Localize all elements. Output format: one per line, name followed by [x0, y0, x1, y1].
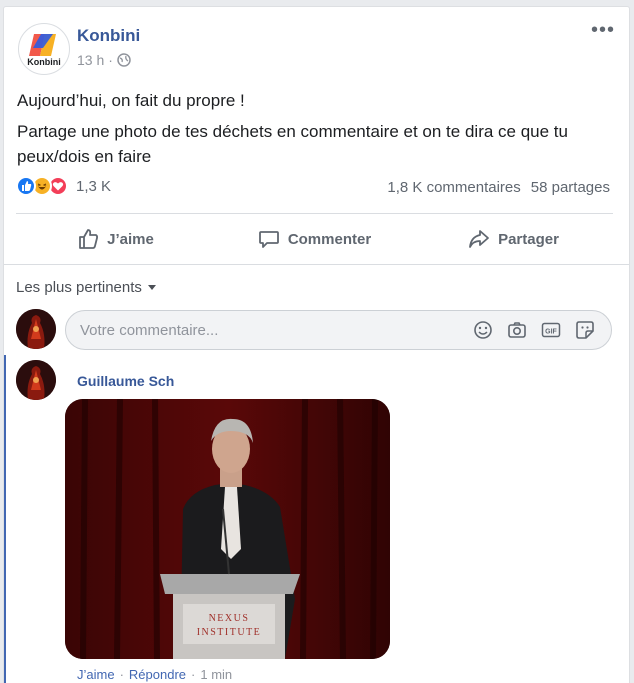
post-text-line-2: Partage une photo de tes déchets en comm…	[17, 122, 568, 166]
reactions-summary[interactable]: 1,3 K	[16, 176, 111, 196]
comment-actions: J’aime · Répondre · 1 min	[77, 667, 232, 682]
comment-like-link[interactable]: J’aime	[77, 667, 115, 682]
post-time[interactable]: 13 h	[77, 52, 104, 68]
separator: ·	[191, 667, 196, 682]
comment-composer: GIF	[65, 310, 612, 350]
like-button[interactable]: J’aime	[16, 219, 215, 259]
meta-separator: ·	[108, 52, 113, 68]
comment-author-link[interactable]: Guillaume Sch	[77, 373, 174, 389]
comment-input[interactable]	[80, 311, 460, 349]
share-button-label: Partager	[498, 230, 559, 248]
thumbs-up-icon	[79, 229, 99, 249]
comment-photo[interactable]: NEXUS INSTITUTE	[65, 399, 390, 659]
avatar[interactable]	[16, 360, 56, 400]
podium-text-1: NEXUS	[209, 613, 250, 624]
emoji-icon[interactable]	[473, 320, 493, 340]
sort-label: Les plus pertinents	[16, 279, 142, 296]
podium-text-2: INSTITUTE	[197, 627, 262, 638]
comment-reply-link[interactable]: Répondre	[129, 667, 186, 682]
sticker-icon[interactable]	[575, 320, 595, 340]
logo-text: Konbini	[27, 57, 61, 67]
comment-count-link[interactable]: 1,8 K commentaires	[387, 179, 520, 196]
post-actions-bar: J’aime Commenter Partager	[16, 219, 613, 259]
like-button-label: J’aime	[107, 230, 154, 248]
comment-sort-dropdown[interactable]: Les plus pertinents	[16, 279, 156, 296]
avatar[interactable]	[16, 309, 56, 349]
more-options-button[interactable]: •••	[591, 20, 615, 40]
share-count-link[interactable]: 58 partages	[531, 179, 610, 196]
svg-text:GIF: GIF	[545, 329, 557, 336]
share-button[interactable]: Partager	[414, 219, 613, 259]
post-stats: 1,8 K commentaires 58 partages	[387, 179, 610, 196]
gif-icon[interactable]: GIF	[541, 320, 561, 340]
thread-indicator	[4, 355, 6, 683]
separator: ·	[119, 667, 124, 682]
comment-icon	[258, 231, 279, 248]
post-card: Konbini Konbini 13 h · ••• Aujourd’hui, …	[3, 6, 630, 683]
camera-icon[interactable]	[507, 320, 527, 340]
konbini-logo-icon	[29, 34, 56, 56]
globe-icon	[117, 53, 131, 67]
comment-time[interactable]: 1 min	[200, 667, 232, 682]
divider	[16, 213, 613, 214]
comment-button-label: Commenter	[287, 230, 372, 248]
like-reaction-icon	[16, 176, 36, 196]
post-meta: 13 h ·	[77, 52, 131, 68]
comments-section: Les plus pertinents GIF	[4, 264, 629, 683]
page-avatar[interactable]: Konbini	[18, 23, 70, 75]
caret-down-icon	[147, 285, 156, 290]
page-name-link[interactable]: Konbini	[77, 26, 140, 46]
comment-button[interactable]: Commenter	[215, 219, 414, 259]
reaction-count[interactable]: 1,3 K	[76, 178, 111, 195]
composer-tools: GIF	[473, 320, 595, 340]
post-text-line-1: Aujourd’hui, on fait du propre !	[17, 91, 245, 110]
share-icon	[469, 230, 489, 248]
